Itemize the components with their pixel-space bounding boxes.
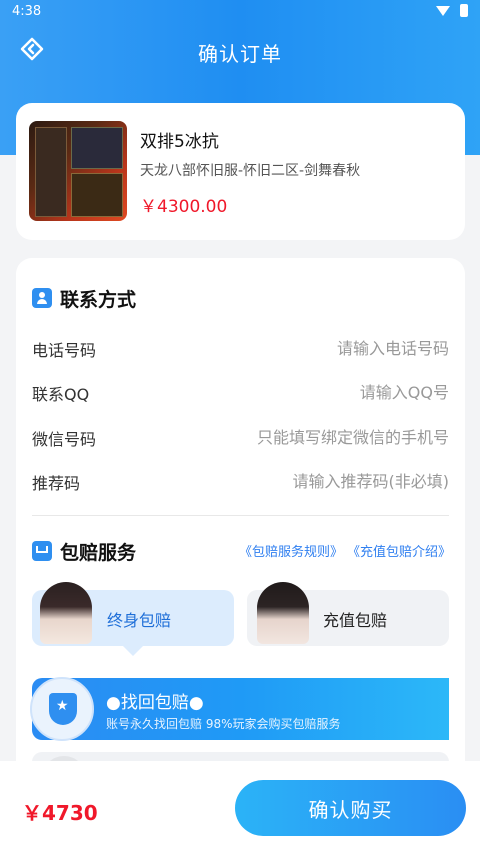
- page-title: 确认订单: [198, 42, 282, 66]
- status-bar: 4:38: [0, 0, 480, 24]
- product-card[interactable]: 双排5冰抗 天龙八部怀旧服-怀旧二区-剑舞春秋 ￥4300.00: [16, 103, 465, 240]
- referral-row: 推荐码: [32, 466, 449, 496]
- contact-card-icon: [32, 288, 52, 308]
- qq-input[interactable]: [149, 377, 449, 407]
- contact-section-header: 联系方式: [32, 285, 136, 311]
- referral-label: 推荐码: [32, 474, 81, 493]
- status-time: 4:38: [12, 4, 42, 19]
- qq-row: 联系QQ: [32, 377, 449, 407]
- wechat-row: 微信号码: [32, 422, 449, 452]
- service-links: 《包赔服务规则》 《充值包赔介绍》: [239, 541, 451, 560]
- contact-section-title: 联系方式: [60, 288, 137, 311]
- product-subtitle: 天龙八部怀旧服-怀旧二区-剑舞春秋: [140, 163, 361, 179]
- recharge-guarantee-option[interactable]: 充值包赔: [247, 582, 449, 646]
- banner-description: 账号永久找回包赔 98%玩家会购买包赔服务: [106, 717, 341, 731]
- option-label: 终身包赔: [107, 611, 172, 630]
- wifi-icon: [436, 5, 450, 16]
- shield-badge: [30, 677, 94, 741]
- battery-icon: [460, 4, 468, 17]
- lifetime-guarantee-option[interactable]: 终身包赔: [32, 582, 234, 656]
- phone-input[interactable]: [149, 333, 449, 363]
- wechat-label: 微信号码: [32, 430, 97, 449]
- character-avatar: [257, 582, 309, 644]
- banner-title: ●找回包赔●: [106, 693, 204, 713]
- order-info-card: 联系方式 电话号码 联系QQ 微信号码 推荐码 包赔服务 《包赔服务规则》 《充…: [16, 258, 465, 778]
- bottom-bar: ￥4730 确认购买: [0, 761, 480, 854]
- nav-bar: 确认订单: [0, 28, 480, 72]
- qq-label: 联系QQ: [32, 385, 90, 404]
- wechat-input[interactable]: [149, 422, 449, 452]
- total-price: ￥4730: [22, 801, 98, 825]
- app-root: 4:38 确认订单 双排5冰抗 天龙八部怀旧服-怀旧二区-剑舞春秋 ￥4300.…: [0, 0, 480, 854]
- section-divider: [32, 515, 449, 516]
- referral-code-input[interactable]: [149, 466, 449, 496]
- product-thumbnail: [29, 121, 127, 221]
- thumb-panel: [35, 127, 67, 217]
- option-label: 充值包赔: [323, 611, 388, 630]
- phone-row: 电话号码: [32, 333, 449, 363]
- product-title: 双排5冰抗: [140, 132, 219, 152]
- cart-icon: [32, 541, 52, 561]
- character-avatar: [40, 582, 92, 644]
- service-section-title: 包赔服务: [60, 541, 137, 564]
- phone-label: 电话号码: [32, 341, 97, 360]
- recovery-guarantee-banner[interactable]: ●找回包赔● 账号永久找回包赔 98%玩家会购买包赔服务: [30, 677, 449, 741]
- product-price: ￥4300.00: [140, 197, 228, 217]
- shield-star-icon: [49, 693, 77, 725]
- service-rules-link[interactable]: 《包赔服务规则》: [239, 541, 343, 560]
- confirm-purchase-button[interactable]: 确认购买: [235, 780, 466, 836]
- thumb-panel: [71, 127, 123, 169]
- service-section-header: 包赔服务: [32, 538, 136, 564]
- status-icons: [436, 4, 468, 17]
- thumb-panel: [71, 173, 123, 217]
- recharge-intro-link[interactable]: 《充值包赔介绍》: [347, 541, 451, 560]
